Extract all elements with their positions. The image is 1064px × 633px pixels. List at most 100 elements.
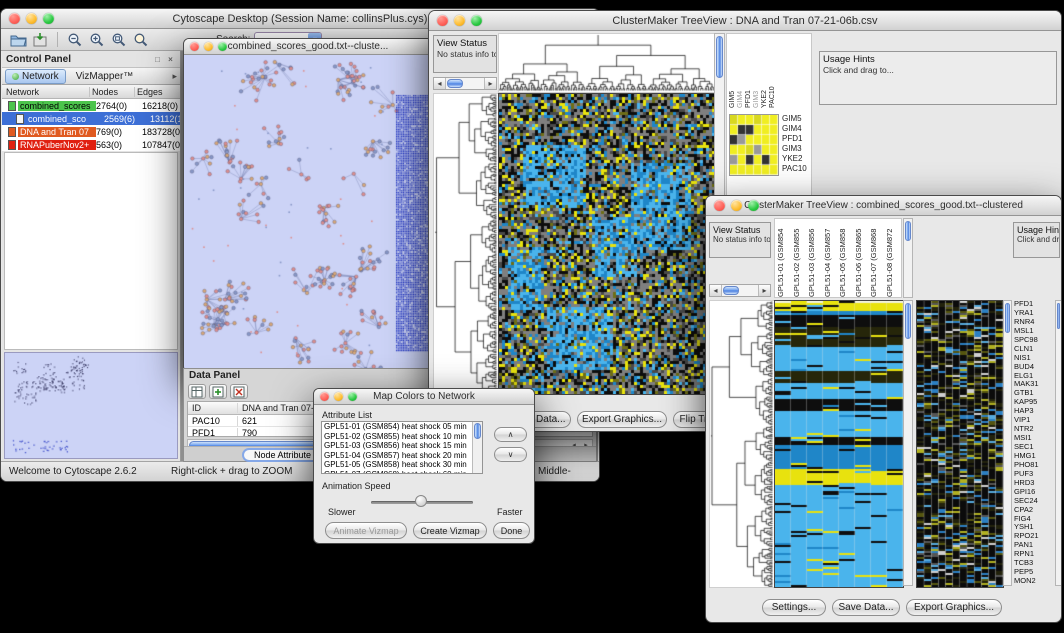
column-labels-scrollbar[interactable] — [903, 218, 913, 298]
network-view-canvas[interactable] — [184, 55, 432, 372]
scrollbar-thumb[interactable] — [905, 303, 911, 339]
column-label: GPL51-05 (GSM858 — [838, 221, 854, 297]
submatrix-row-label: GIM4 — [782, 124, 807, 134]
attribute-list-item[interactable]: GPL51-05 (GSM858) heat shock 30 min — [322, 460, 472, 470]
zoom-in-button[interactable] — [86, 30, 108, 49]
scrollbar-track[interactable] — [722, 285, 758, 296]
network-edges-cell: 13112(15) — [150, 114, 180, 124]
attribute-list-item[interactable]: GPL51-02 (GSM855) heat shock 10 min — [322, 432, 472, 442]
tab-overflow-arrow-icon[interactable]: ▸ — [172, 71, 177, 82]
close-window-icon[interactable] — [714, 200, 725, 211]
close-panel-icon[interactable]: × — [165, 55, 176, 64]
settings-button[interactable]: Settings... — [762, 599, 826, 616]
attribute-list-item[interactable]: GPL51-03 (GSM856) heat shock 15 min — [322, 441, 472, 451]
select-attributes-button[interactable] — [188, 384, 206, 399]
heatmap-main[interactable] — [774, 300, 904, 588]
attribute-list-item[interactable]: GPL51-07 (GSM868) heat shock 60 min — [322, 470, 472, 475]
attribute-listbox[interactable]: GPL51-01 (GSM854) heat shock 05 minGPL51… — [321, 421, 483, 474]
float-panel-icon[interactable]: □ — [152, 55, 163, 64]
col-header-network[interactable]: Network — [2, 87, 90, 97]
import-network-button[interactable] — [29, 30, 51, 49]
zoom-selected-button[interactable] — [130, 30, 152, 49]
tree-nav-scrollbar[interactable]: ◂ ▸ — [709, 284, 771, 297]
done-button[interactable]: Done — [493, 522, 530, 539]
move-down-button[interactable]: ∨ — [494, 447, 527, 462]
col-header-edges[interactable]: Edges — [135, 87, 180, 97]
listbox-scrollbar[interactable] — [472, 422, 482, 473]
save-data-button[interactable]: Save Data... — [832, 599, 900, 616]
export-graphics-button[interactable]: Export Graphics... — [577, 411, 667, 428]
network-table-row[interactable]: combined_scores2764(0)16218(0) — [2, 99, 180, 112]
create-vizmap-button[interactable]: Create Vizmap — [413, 522, 487, 539]
zoom-out-button[interactable] — [64, 30, 86, 49]
network-name-cell: combined_sco — [26, 114, 104, 124]
delete-attribute-button[interactable] — [230, 384, 248, 399]
network-nodes-cell: 2764(0) — [96, 101, 142, 111]
close-window-icon[interactable] — [190, 42, 199, 51]
usage-hints-body: Click and drag to... — [823, 65, 1053, 75]
network-overview-thumbnail[interactable] — [4, 352, 178, 459]
tab-network[interactable]: Network — [5, 69, 66, 84]
scrollbar-thumb[interactable] — [447, 79, 463, 88]
minimize-window-icon[interactable] — [731, 200, 742, 211]
scroll-right-arrow-icon[interactable]: ▸ — [484, 78, 496, 89]
minimize-window-icon[interactable] — [26, 13, 37, 24]
close-window-icon[interactable] — [9, 13, 20, 24]
gene-label: RPN1 — [1014, 550, 1054, 559]
scrollbar-track[interactable] — [446, 78, 484, 89]
row-dendrogram[interactable] — [433, 93, 499, 395]
treeview1-titlebar[interactable]: ClusterMaker TreeView : DNA and Tran 07-… — [429, 11, 1061, 31]
scroll-left-arrow-icon[interactable]: ◂ — [434, 78, 446, 89]
animate-vizmap-button[interactable]: Animate Vizmap — [325, 522, 407, 539]
maximize-window-icon[interactable] — [218, 42, 227, 51]
scrollbar-thumb[interactable] — [905, 221, 911, 241]
attribute-list-item[interactable]: GPL51-01 (GSM854) heat shock 05 min — [322, 422, 472, 432]
secondary-scrollbar[interactable] — [1003, 300, 1012, 586]
treeview2-titlebar[interactable]: ClusterMaker TreeView : combined_scores_… — [706, 196, 1061, 216]
heatmap-scrollbar[interactable] — [903, 300, 913, 586]
data-panel-label: Data Panel — [189, 370, 240, 381]
column-dendrogram[interactable] — [498, 33, 715, 93]
open-session-button[interactable] — [7, 30, 29, 49]
window-controls — [190, 42, 227, 51]
scrollbar-thumb[interactable] — [1057, 303, 1060, 329]
dialog-titlebar[interactable]: Map Colors to Network — [314, 389, 534, 405]
scroll-right-arrow-icon[interactable]: ▸ — [758, 285, 770, 296]
minimize-window-icon[interactable] — [334, 392, 343, 401]
gene-label: YSH1 — [1014, 523, 1054, 532]
tab-vizmapper[interactable]: VizMapper™ — [70, 70, 140, 83]
zoom-fit-button[interactable] — [108, 30, 130, 49]
network-table-row[interactable]: DNA and Tran 07769(0)183728(0) — [2, 125, 180, 138]
speed-slider-knob[interactable] — [415, 495, 427, 507]
network-view-titlebar[interactable]: combined_scores_good.txt--cluste... — [184, 39, 432, 55]
scrollbar-thumb[interactable] — [716, 36, 723, 78]
close-window-icon[interactable] — [437, 15, 448, 26]
maximize-window-icon[interactable] — [43, 13, 54, 24]
create-attribute-button[interactable] — [209, 384, 227, 399]
maximize-window-icon[interactable] — [748, 200, 759, 211]
col-header-nodes[interactable]: Nodes — [90, 87, 135, 97]
move-up-button[interactable]: ∧ — [494, 427, 527, 442]
col-header-id[interactable]: ID — [188, 403, 238, 413]
scrollbar-thumb[interactable] — [723, 286, 739, 295]
network-nodes-cell: 769(0) — [96, 127, 142, 137]
close-window-icon[interactable] — [320, 392, 329, 401]
heatmap-secondary[interactable] — [916, 300, 1004, 588]
row-dendrogram[interactable] — [709, 300, 775, 588]
minimize-window-icon[interactable] — [454, 15, 465, 26]
gene-list-scrollbar[interactable] — [1055, 300, 1062, 586]
maximize-window-icon[interactable] — [348, 392, 357, 401]
scrollbar-thumb[interactable] — [1005, 303, 1010, 333]
tree-nav-scrollbar[interactable]: ◂ ▸ — [433, 77, 497, 90]
heatmap-main[interactable] — [498, 93, 715, 395]
minimize-window-icon[interactable] — [204, 42, 213, 51]
maximize-window-icon[interactable] — [471, 15, 482, 26]
attribute-list-item[interactable]: GPL51-04 (GSM857) heat shock 20 min — [322, 451, 472, 461]
zoom-in-icon — [89, 32, 105, 48]
export-graphics-button[interactable]: Export Graphics... — [906, 599, 1002, 616]
submatrix-heatmap[interactable] — [729, 114, 779, 176]
network-table-row[interactable]: RNAPuberNov2+563(0)107847(0) — [2, 138, 180, 151]
scroll-left-arrow-icon[interactable]: ◂ — [710, 285, 722, 296]
network-table-row[interactable]: combined_sco2569(6)13112(15) — [2, 112, 180, 125]
scrollbar-thumb[interactable] — [474, 423, 481, 439]
